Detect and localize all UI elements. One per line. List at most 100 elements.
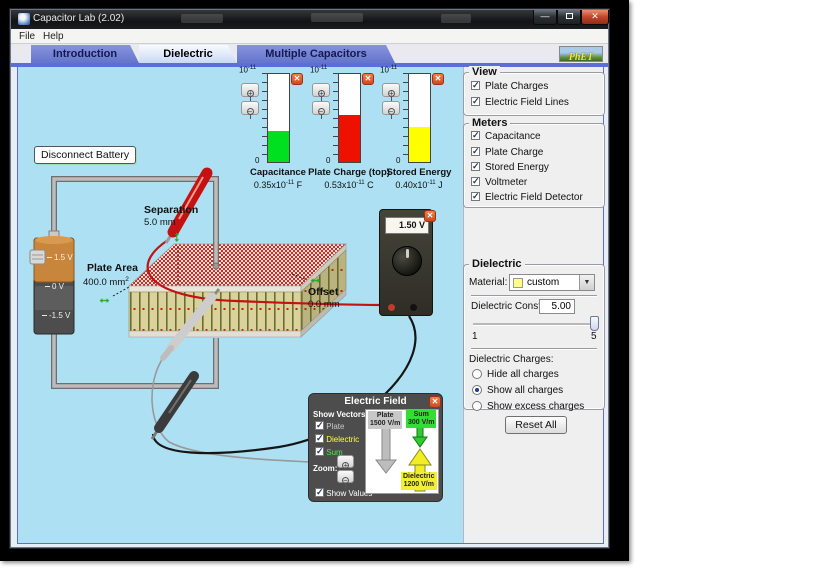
battery-label: 0 V (45, 282, 64, 291)
picture-frame: Capacitor Lab (2.02) — ✕ File Help Intro… (0, 0, 629, 561)
slider-thumb[interactable] (590, 316, 599, 331)
meter-bar (408, 73, 431, 163)
check-efield-detector[interactable]: Electric Field Detector (471, 192, 583, 203)
radio-button (472, 401, 482, 411)
offset-label: Offset (308, 286, 338, 298)
chevron-down-icon: ▼ (579, 275, 594, 290)
plate-area-value: 400.0 mm2 (83, 276, 129, 288)
offset-value: 0.0 mm (308, 299, 340, 310)
checkbox (471, 81, 480, 90)
ef-zoom-out-button[interactable] (337, 470, 354, 483)
zoom-out-button[interactable] (241, 101, 259, 115)
ef-plate-vector-label: Plate1500 V/m (368, 411, 402, 429)
ef-close-icon[interactable]: ✕ (429, 396, 441, 408)
stored-energy-meter[interactable]: 10-11 0 ✕ Stored Energy 0.40x10-11 J (372, 68, 466, 200)
voltmeter-close-icon[interactable]: ✕ (424, 210, 436, 222)
meter-value: 0.40x10-11 J (372, 180, 466, 190)
ef-vector-display: Plate1500 V/m Sum300 V/m Dielectric1200 … (365, 409, 439, 494)
checkbox (471, 147, 480, 156)
check-plate-charge[interactable]: Plate Charge (471, 147, 543, 158)
voltmeter-red-terminal (388, 304, 395, 311)
magnifier-plus-icon (247, 90, 254, 97)
meter-bar (338, 73, 361, 163)
checkbox (471, 192, 480, 201)
battery-voltage-slider[interactable] (30, 250, 45, 264)
radio-hide-all-charges[interactable]: Hide all charges (472, 369, 559, 380)
close-icon[interactable]: ✕ (432, 73, 444, 85)
magnifier-minus-icon (342, 477, 349, 484)
offset-drag-arrow-icon[interactable]: ↔ (308, 273, 323, 285)
magnifier-plus-icon (318, 90, 325, 97)
check-plate-charges[interactable]: Plate Charges (471, 81, 548, 92)
check-voltmeter[interactable]: Voltmeter (471, 177, 527, 188)
voltmeter-dial-knob[interactable] (392, 246, 422, 276)
show-vectors-label: Show Vectors: (313, 410, 368, 419)
disconnect-battery-button[interactable]: Disconnect Battery (34, 146, 136, 164)
material-value: custom (527, 277, 559, 288)
view-group: View (463, 72, 605, 116)
check-capacitance[interactable]: Capacitance (471, 131, 541, 142)
slider-min-label: 1 (472, 331, 478, 342)
voltmeter-display: 1.50 V (385, 217, 429, 234)
magnifier-minus-icon (388, 108, 395, 115)
ef-panel-title: Electric Field (309, 396, 442, 407)
magnifier-plus-icon (388, 90, 395, 97)
checkbox (471, 131, 480, 140)
meter-scale-label: 10-11 (310, 65, 327, 75)
meter-zero-label: 0 (396, 156, 400, 165)
dielectric-constant-field[interactable]: 5.00 (539, 299, 575, 314)
ef-check-plate[interactable]: Plate (315, 421, 344, 431)
meter-zero-label: 0 (255, 156, 259, 165)
meter-bar-fill (268, 131, 289, 162)
zoom-in-button[interactable] (382, 83, 400, 97)
check-electric-field-lines[interactable]: Electric Field Lines (471, 97, 569, 108)
radio-button (472, 369, 482, 379)
separation-value: 5.0 mm (144, 217, 176, 228)
meter-bar (267, 73, 290, 163)
separator (471, 348, 597, 350)
radio-button (472, 385, 482, 395)
radio-show-excess-charges[interactable]: Show excess charges (472, 401, 584, 412)
reset-all-button[interactable]: Reset All (505, 416, 567, 434)
battery-label: -1.5 V (42, 311, 70, 320)
voltmeter-black-terminal (410, 304, 417, 311)
dielectric-charges-label: Dielectric Charges: (469, 354, 553, 365)
electric-field-panel[interactable]: Electric Field ✕ Show Vectors: Plate Die… (308, 393, 443, 502)
ef-show-values[interactable]: Show Values (315, 488, 372, 498)
separation-label: Separation (144, 204, 198, 216)
voltmeter[interactable]: 1.50 V (379, 209, 433, 316)
magnifier-minus-icon (247, 108, 254, 115)
ef-zoom-in-button[interactable] (337, 455, 354, 468)
checkbox (315, 447, 324, 456)
plate-area-guide-line (113, 287, 129, 296)
zoom-in-button[interactable] (241, 83, 259, 97)
zoom-out-button[interactable] (382, 101, 400, 115)
radio-show-all-charges[interactable]: Show all charges (472, 385, 563, 396)
capacitor-bottom-plate (129, 331, 301, 337)
material-combobox[interactable]: custom ▼ (509, 274, 595, 291)
meter-zero-label: 0 (326, 156, 330, 165)
app-window: Capacitor Lab (2.02) — ✕ File Help Intro… (10, 9, 609, 548)
ef-check-dielectric[interactable]: Dielectric (315, 434, 359, 444)
ef-zoom-label: Zoom: (313, 464, 337, 473)
separation-drag-arrow-icon[interactable]: ↕ (173, 231, 181, 243)
check-stored-energy[interactable]: Stored Energy (471, 162, 549, 173)
top-wire-plate-connection (213, 242, 219, 269)
plate-area-label: Plate Area (87, 262, 138, 274)
meter-scale-label: 10-11 (239, 65, 256, 75)
dielectric-constant-slider[interactable] (473, 323, 596, 326)
screenshot: Capacitor Lab (2.02) — ✕ File Help Intro… (0, 0, 819, 569)
material-label: Material: (469, 277, 507, 288)
zoom-in-button[interactable] (312, 83, 330, 97)
meter-scale-label: 10-11 (380, 65, 397, 75)
dielectric-group-title: Dielectric (469, 258, 525, 270)
plate-area-drag-arrow-icon[interactable]: ↔ (97, 293, 112, 305)
magnifier-minus-icon (318, 108, 325, 115)
separator (471, 295, 597, 297)
checkbox (471, 162, 480, 171)
checkbox (315, 421, 324, 430)
meter-title: Stored Energy (372, 167, 466, 178)
meters-group-title: Meters (469, 117, 510, 129)
checkbox (315, 488, 324, 497)
zoom-out-button[interactable] (312, 101, 330, 115)
